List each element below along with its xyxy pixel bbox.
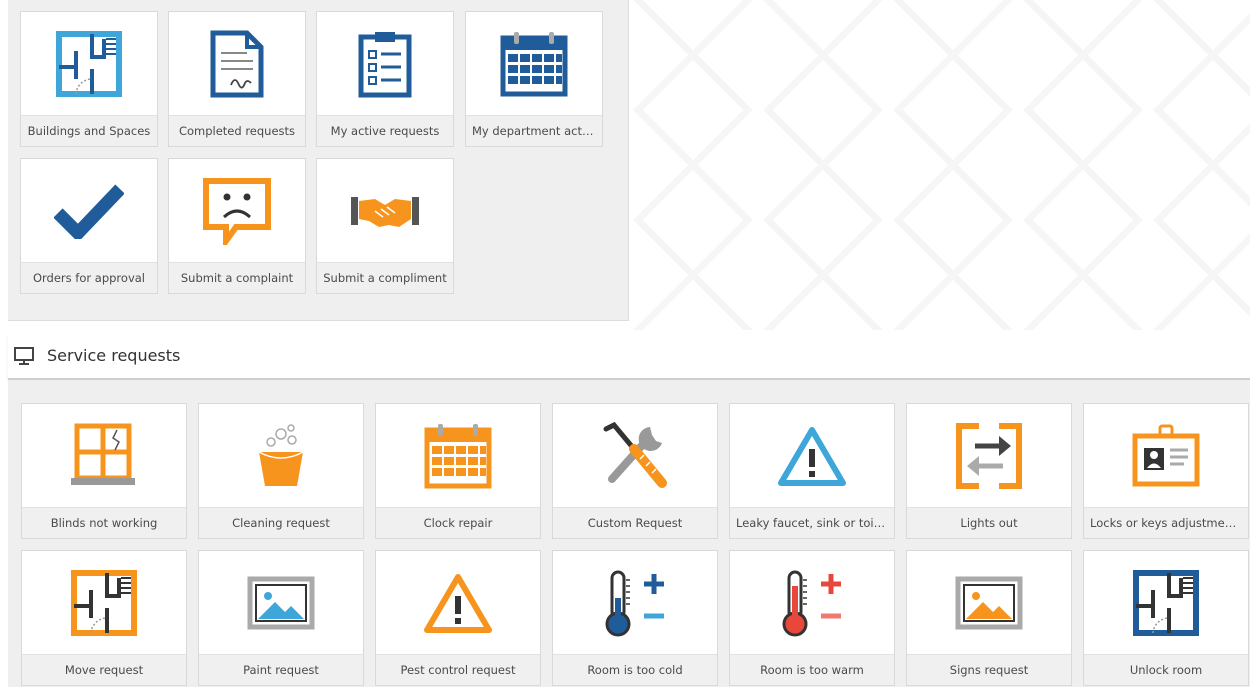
tile-label: Room is too warm	[730, 654, 894, 685]
tile-label: Signs request	[907, 654, 1071, 685]
tile-locks-or-keys-adjustments[interactable]: Locks or keys adjustments	[1083, 403, 1249, 539]
tile-label: Leaky faucet, sink or toilet	[730, 507, 894, 538]
floorplan-icon	[1133, 570, 1199, 636]
tile-signs-request[interactable]: Signs request	[906, 550, 1072, 686]
tile-move-request[interactable]: Move request	[21, 550, 187, 686]
tile-label: Buildings and Spaces	[21, 115, 157, 146]
id-badge-icon	[1132, 424, 1200, 487]
background-pattern	[628, 0, 1250, 330]
tile-label: Pest control request	[376, 654, 540, 685]
swap-arrows-icon	[956, 423, 1022, 489]
service-requests-header: Service requests	[8, 334, 1250, 380]
floorplan-icon	[56, 31, 122, 97]
warning-icon	[424, 574, 492, 633]
tile-my-active-requests[interactable]: My active requests	[316, 11, 454, 147]
tile-my-department-activity[interactable]: My department activ...	[465, 11, 603, 147]
tile-label: Submit a complaint	[169, 262, 305, 293]
tile-label: My department activ...	[466, 115, 602, 146]
thermometer-warm-icon	[782, 570, 841, 637]
tile-label: Lights out	[907, 507, 1071, 538]
tile-label: Blinds not working	[22, 507, 186, 538]
tile-unlock-room[interactable]: Unlock room	[1083, 550, 1249, 686]
floorplan-icon	[71, 570, 137, 636]
bucket-icon	[258, 424, 304, 486]
tile-lights-out[interactable]: Lights out	[906, 403, 1072, 539]
tile-paint-request[interactable]: Paint request	[198, 550, 364, 686]
thermometer-cold-icon	[605, 570, 664, 637]
service-requests-panel: Blinds not working Cleaning request Cloc…	[8, 380, 1250, 687]
picture-icon	[955, 576, 1023, 630]
tile-clock-repair[interactable]: Clock repair	[375, 403, 541, 539]
checkmark-icon	[54, 184, 124, 239]
tile-label: Room is too cold	[553, 654, 717, 685]
tile-label: Completed requests	[169, 115, 305, 146]
monitor-icon	[14, 347, 34, 365]
quick-actions-panel: Buildings and Spaces Completed requests	[8, 0, 629, 321]
tile-label: Submit a compliment	[317, 262, 453, 293]
tile-label: Cleaning request	[199, 507, 363, 538]
tile-label: Orders for approval	[21, 262, 157, 293]
tile-room-is-too-warm[interactable]: Room is too warm	[729, 550, 895, 686]
clipboard-checklist-icon	[358, 32, 412, 98]
sad-face-bubble-icon	[203, 178, 271, 245]
tools-icon	[603, 421, 667, 488]
tile-label: Clock repair	[376, 507, 540, 538]
tile-label: Move request	[22, 654, 186, 685]
broken-window-icon	[71, 423, 135, 485]
tile-label: Paint request	[199, 654, 363, 685]
tile-submit-a-compliment[interactable]: Submit a compliment	[316, 158, 454, 294]
tile-orders-for-approval[interactable]: Orders for approval	[20, 158, 158, 294]
section-title: Service requests	[47, 346, 181, 365]
handshake-icon	[351, 197, 419, 227]
calendar-icon	[500, 32, 568, 97]
tile-blinds-not-working[interactable]: Blinds not working	[21, 403, 187, 539]
tile-label: Locks or keys adjustments	[1084, 507, 1248, 538]
tile-label: Custom Request	[553, 507, 717, 538]
calendar-icon	[424, 424, 492, 489]
tile-room-is-too-cold[interactable]: Room is too cold	[552, 550, 718, 686]
tile-cleaning-request[interactable]: Cleaning request	[198, 403, 364, 539]
tile-completed-requests[interactable]: Completed requests	[168, 11, 306, 147]
tile-pest-control-request[interactable]: Pest control request	[375, 550, 541, 686]
tile-label: Unlock room	[1084, 654, 1248, 685]
picture-icon	[247, 576, 315, 630]
tile-leaky-faucet[interactable]: Leaky faucet, sink or toilet	[729, 403, 895, 539]
signed-document-icon	[210, 30, 264, 98]
warning-icon	[778, 427, 846, 486]
tile-label: My active requests	[317, 115, 453, 146]
tile-submit-a-complaint[interactable]: Submit a complaint	[168, 158, 306, 294]
tile-custom-request[interactable]: Custom Request	[552, 403, 718, 539]
tile-buildings-and-spaces[interactable]: Buildings and Spaces	[20, 11, 158, 147]
